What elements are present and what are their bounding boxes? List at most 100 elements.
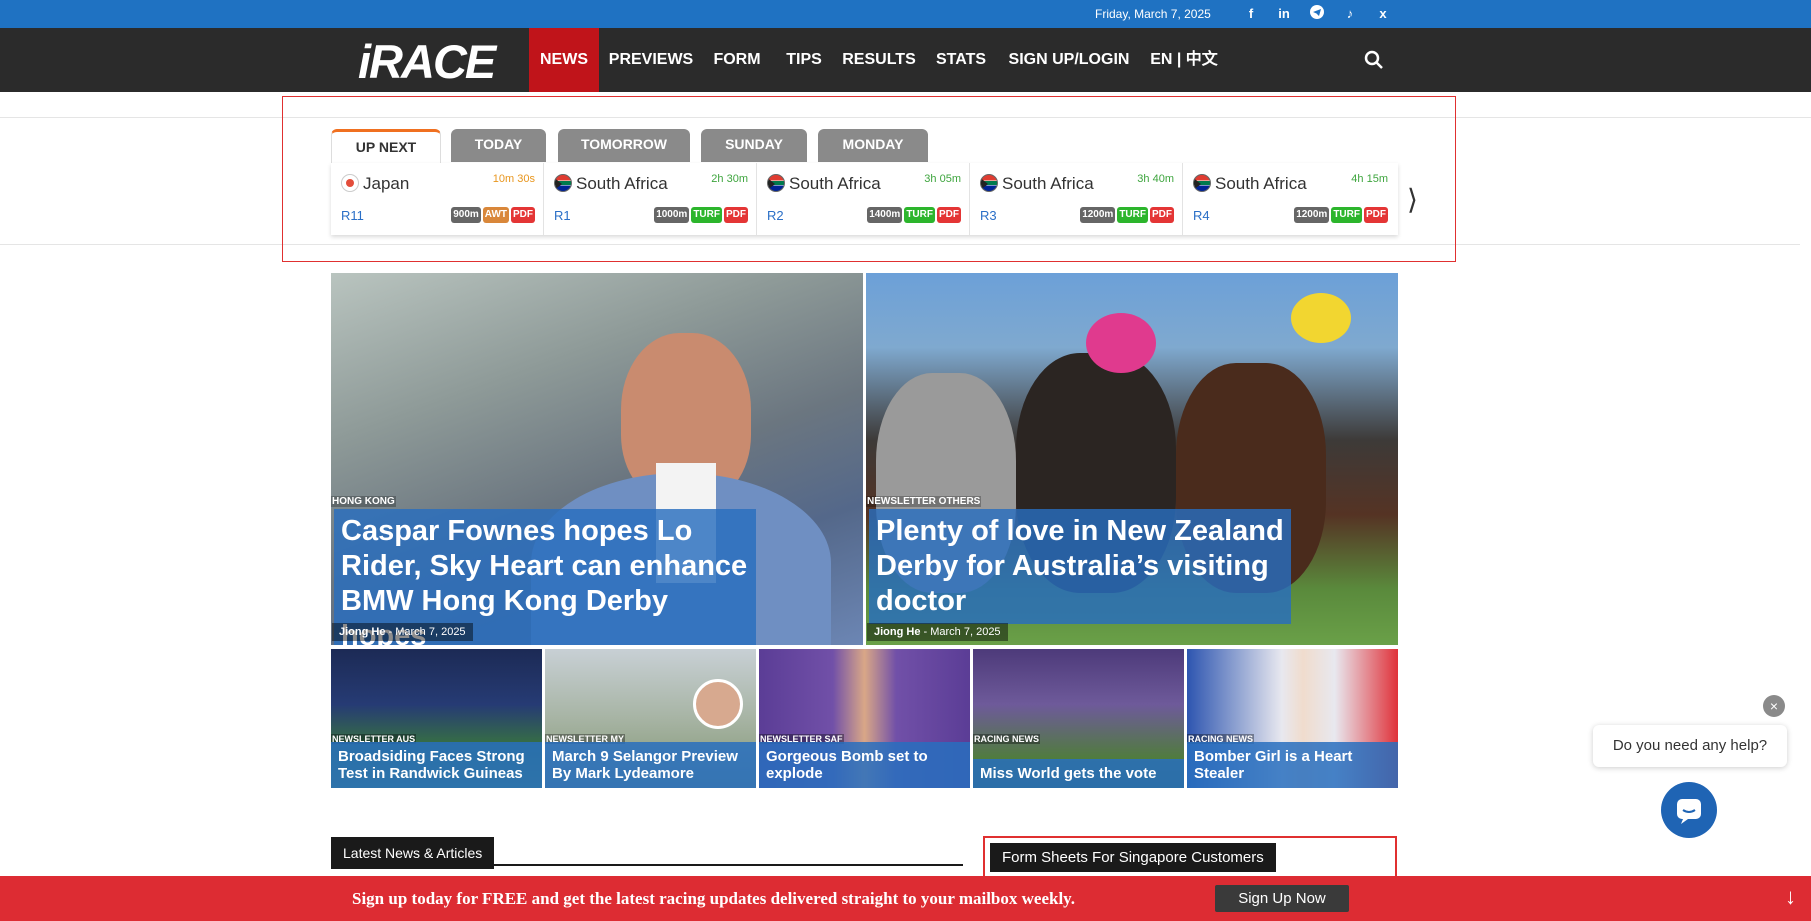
telegram-icon[interactable] — [1308, 5, 1326, 23]
article-date: March 7, 2025 — [930, 626, 1001, 638]
distance-badge: 1200m — [1294, 207, 1330, 223]
chat-help-bubble[interactable]: Do you need any help? — [1593, 725, 1787, 767]
race-card[interactable]: South Africa 4h 15m R4 1200m TURF PDF — [1183, 163, 1396, 235]
facebook-icon[interactable]: f — [1242, 5, 1260, 23]
distance-badge: 1000m — [654, 207, 690, 223]
article-category[interactable]: RACING NEWS — [973, 734, 1040, 744]
race-number[interactable]: R1 — [554, 208, 571, 223]
article-title[interactable]: Miss World gets the vote — [973, 759, 1184, 788]
nav-language[interactable]: EN | 中文 — [1148, 28, 1220, 92]
chat-button[interactable] — [1661, 782, 1717, 838]
race-country: Japan — [341, 174, 409, 194]
tab-today[interactable]: TODAY — [451, 129, 546, 162]
x-icon[interactable]: x — [1374, 5, 1392, 23]
pdf-badge[interactable]: PDF — [937, 207, 961, 223]
race-number[interactable]: R3 — [980, 208, 997, 223]
country-name: South Africa — [1215, 174, 1307, 193]
article-title[interactable]: Bomber Girl is a Heart Stealer — [1187, 742, 1398, 788]
collapse-arrow-icon[interactable]: ↓ — [1785, 884, 1796, 910]
race-badges: 900m AWT PDF — [451, 207, 535, 223]
top-bar: Friday, March 7, 2025 f in ♪ x — [0, 0, 1811, 28]
country-name: South Africa — [576, 174, 668, 193]
nav-news[interactable]: NEWS — [529, 28, 599, 92]
surface-badge: TURF — [1117, 207, 1148, 223]
article-meta: Jiong He - March 7, 2025 — [332, 623, 473, 641]
divider — [331, 864, 963, 866]
tab-up-next[interactable]: UP NEXT — [331, 129, 441, 165]
race-countdown: 2h 30m — [711, 173, 748, 185]
article-card[interactable]: NEWSLETTER SAF Gorgeous Bomb set to expl… — [759, 649, 970, 788]
pdf-badge[interactable]: PDF — [1150, 207, 1174, 223]
pdf-badge[interactable]: PDF — [724, 207, 748, 223]
race-country: South Africa — [980, 174, 1094, 194]
sign-up-now-button[interactable]: Sign Up Now — [1215, 885, 1349, 912]
race-card[interactable]: South Africa 3h 40m R3 1200m TURF PDF — [970, 163, 1183, 235]
article-card[interactable]: RACING NEWS Bomber Girl is a Heart Steal… — [1187, 649, 1398, 788]
article-card[interactable]: NEWSLETTER AUS Broadsiding Faces Strong … — [331, 649, 542, 788]
race-badges: 1400m TURF PDF — [867, 207, 961, 223]
nav-results[interactable]: RESULTS — [842, 28, 916, 92]
race-badges: 1000m TURF PDF — [654, 207, 748, 223]
south-africa-flag-icon — [767, 174, 785, 192]
article-category[interactable]: HONG KONG — [331, 496, 396, 507]
featured-article[interactable]: HONG KONG Caspar Fownes hopes Lo Rider, … — [331, 273, 863, 645]
chat-icon — [1677, 799, 1701, 824]
race-card[interactable]: Japan 10m 30s R11 900m AWT PDF — [331, 163, 544, 235]
nav-form[interactable]: FORM — [708, 28, 766, 92]
linkedin-icon[interactable]: in — [1275, 5, 1293, 23]
form-sheets-heading: Form Sheets For Singapore Customers — [990, 843, 1276, 872]
article-title[interactable]: March 9 Selangor Preview By Mark Lydeamo… — [545, 742, 756, 788]
japan-flag-icon — [341, 174, 359, 192]
next-races-arrow[interactable]: ⟩ — [1407, 183, 1418, 216]
race-number[interactable]: R4 — [1193, 208, 1210, 223]
article-category[interactable]: NEWSLETTER OTHERS — [866, 496, 982, 507]
main-navbar: iRACE® NEWS PREVIEWS FORM TIPS RESULTS S… — [0, 28, 1811, 108]
upcoming-races: Japan 10m 30s R11 900m AWT PDF South Afr… — [331, 163, 1398, 235]
signup-banner: Sign up today for FREE and get the lates… — [0, 876, 1811, 921]
surface-badge: TURF — [1331, 207, 1362, 223]
article-date: March 7, 2025 — [395, 626, 466, 638]
article-title[interactable]: Plenty of love in New Zealand Derby for … — [869, 509, 1291, 624]
surface-badge: TURF — [691, 207, 722, 223]
close-icon[interactable]: × — [1763, 695, 1785, 717]
race-countdown: 3h 40m — [1137, 173, 1174, 185]
south-africa-flag-icon — [980, 174, 998, 192]
distance-badge: 1200m — [1080, 207, 1116, 223]
pdf-badge[interactable]: PDF — [1364, 207, 1388, 223]
race-card[interactable]: South Africa 2h 30m R1 1000m TURF PDF — [544, 163, 757, 235]
tab-sunday[interactable]: SUNDAY — [701, 129, 807, 162]
race-country: South Africa — [554, 174, 668, 194]
race-number[interactable]: R11 — [341, 208, 364, 223]
article-title[interactable]: Broadsiding Faces Strong Test in Randwic… — [331, 742, 542, 788]
article-author[interactable]: Jiong He — [874, 626, 920, 638]
distance-badge: 900m — [451, 207, 481, 223]
south-africa-flag-icon — [554, 174, 572, 192]
country-name: Japan — [363, 174, 410, 193]
race-countdown: 3h 05m — [924, 173, 961, 185]
article-author[interactable]: Jiong He — [339, 626, 385, 638]
race-card[interactable]: South Africa 3h 05m R2 1400m TURF PDF — [757, 163, 970, 235]
race-badges: 1200m TURF PDF — [1294, 207, 1388, 223]
featured-article[interactable]: NEWSLETTER OTHERS Plenty of love in New … — [866, 273, 1398, 645]
race-countdown: 10m 30s — [492, 173, 535, 185]
nav-signup-login[interactable]: SIGN UP/LOGIN — [1007, 28, 1131, 92]
search-icon[interactable] — [1362, 48, 1386, 72]
tiktok-icon[interactable]: ♪ — [1341, 5, 1359, 23]
article-title[interactable]: Gorgeous Bomb set to explode — [759, 742, 970, 788]
surface-badge: AWT — [482, 207, 509, 223]
tab-monday[interactable]: MONDAY — [818, 129, 928, 162]
article-card[interactable]: NEWSLETTER MY March 9 Selangor Preview B… — [545, 649, 756, 788]
nav-previews[interactable]: PREVIEWS — [606, 28, 696, 92]
pdf-badge[interactable]: PDF — [511, 207, 535, 223]
nav-stats[interactable]: STATS — [931, 28, 991, 92]
race-country: South Africa — [1193, 174, 1307, 194]
race-number[interactable]: R2 — [767, 208, 784, 223]
country-name: South Africa — [1002, 174, 1094, 193]
tab-tomorrow[interactable]: TOMORROW — [558, 129, 690, 162]
signup-text: Sign up today for FREE and get the lates… — [352, 889, 1075, 908]
surface-badge: TURF — [904, 207, 935, 223]
article-card[interactable]: RACING NEWS Miss World gets the vote — [973, 649, 1184, 788]
race-badges: 1200m TURF PDF — [1080, 207, 1174, 223]
logo-text: iRACE — [358, 35, 496, 88]
nav-tips[interactable]: TIPS — [779, 28, 829, 92]
